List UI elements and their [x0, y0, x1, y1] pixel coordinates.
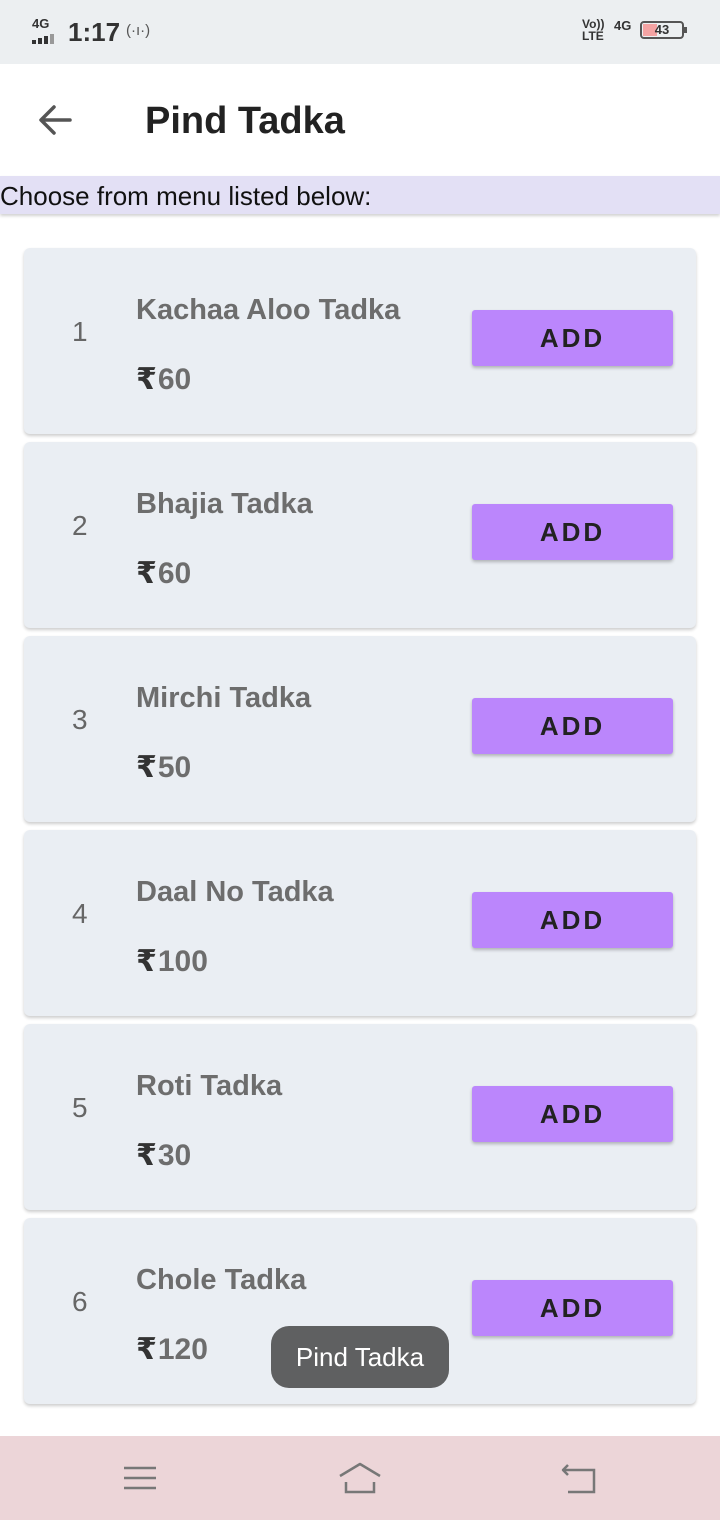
- item-price-value: 60: [157, 363, 192, 396]
- page-title: Pind Tadka: [145, 100, 345, 142]
- menu-instruction: Choose from menu listed below:: [0, 176, 720, 214]
- add-button[interactable]: ADD: [472, 892, 673, 948]
- clock: 1:17: [68, 17, 121, 47]
- volte-icon: Vo)) LTE: [582, 17, 605, 43]
- menu-list[interactable]: 1 Kachaa Aloo Tadka ₹60 ADD 2 Bhajia Tadka ₹60…: [0, 246, 720, 1416]
- network-type: 4G: [614, 18, 632, 33]
- item-price: ₹100: [136, 944, 208, 979]
- system-nav-bar: [0, 1436, 720, 1520]
- home-icon[interactable]: [336, 1458, 384, 1498]
- menu-icon[interactable]: [120, 1458, 160, 1498]
- rupee-icon: ₹: [136, 1333, 157, 1366]
- item-index: 4: [72, 898, 88, 929]
- item-price-value: 60: [157, 557, 192, 590]
- item-index: 6: [72, 1286, 88, 1317]
- item-price-value: 120: [157, 1333, 208, 1366]
- item-name: Daal No Tadka: [136, 876, 334, 908]
- menu-item-card[interactable]: 4 Daal No Tadka ₹100 ADD: [24, 830, 696, 1016]
- item-price-value: 30: [157, 1139, 192, 1172]
- item-price: ₹60: [136, 362, 191, 397]
- item-name: Kachaa Aloo Tadka: [136, 294, 401, 326]
- item-name: Bhajia Tadka: [136, 488, 313, 520]
- add-button[interactable]: ADD: [472, 504, 673, 560]
- app-bar: Pind Tadka: [0, 64, 720, 176]
- rupee-icon: ₹: [136, 751, 157, 784]
- rupee-icon: ₹: [136, 1139, 157, 1172]
- item-price-value: 100: [157, 945, 208, 978]
- arrow-left-icon: [39, 105, 72, 135]
- item-index: 3: [72, 704, 88, 735]
- add-button[interactable]: ADD: [472, 310, 673, 366]
- item-name: Roti Tadka: [136, 1070, 283, 1102]
- menu-item-card[interactable]: 3 Mirchi Tadka ₹50 ADD: [24, 636, 696, 822]
- item-price: ₹50: [136, 750, 191, 785]
- battery-icon: 43: [640, 21, 687, 39]
- menu-item-card[interactable]: 5 Roti Tadka ₹30 ADD: [24, 1024, 696, 1210]
- rupee-icon: ₹: [136, 557, 157, 590]
- item-index: 5: [72, 1092, 88, 1123]
- item-price-value: 50: [157, 751, 192, 784]
- add-button[interactable]: ADD: [472, 1086, 673, 1142]
- item-index: 1: [72, 316, 88, 347]
- menu-item-card[interactable]: 2 Bhajia Tadka ₹60 ADD: [24, 442, 696, 628]
- item-index: 2: [72, 510, 88, 541]
- toast-message: Pind Tadka: [271, 1326, 449, 1388]
- add-button[interactable]: ADD: [472, 698, 673, 754]
- item-price: ₹60: [136, 556, 191, 591]
- status-bar: 4G 1:17 (·ı·) Vo)) LTE 4G 43: [0, 0, 720, 64]
- back-icon[interactable]: [558, 1458, 598, 1498]
- back-button[interactable]: [30, 94, 82, 146]
- item-price: ₹120: [136, 1332, 208, 1367]
- battery-level: 43: [654, 22, 670, 37]
- rupee-icon: ₹: [136, 945, 157, 978]
- item-price: ₹30: [136, 1138, 191, 1173]
- item-name: Chole Tadka: [136, 1264, 307, 1296]
- add-button[interactable]: ADD: [472, 1280, 673, 1336]
- menu-item-card[interactable]: 1 Kachaa Aloo Tadka ₹60 ADD: [24, 248, 696, 434]
- signal-icon: 4G: [30, 16, 60, 46]
- hotspot-icon: (·ı·): [126, 22, 151, 39]
- item-name: Mirchi Tadka: [136, 682, 312, 714]
- rupee-icon: ₹: [136, 363, 157, 396]
